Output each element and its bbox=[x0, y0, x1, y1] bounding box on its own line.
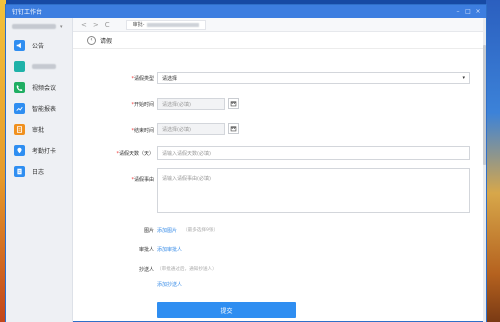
sidebar-item-reports[interactable]: 智能报表 bbox=[6, 98, 72, 119]
label-image: 图片 bbox=[143, 228, 154, 234]
start-time-field[interactable]: 请选择(必填) bbox=[157, 98, 225, 110]
announcement-icon bbox=[14, 40, 25, 51]
leave-days-input[interactable]: 请输入请假天数(必填) bbox=[157, 146, 470, 160]
attendance-icon bbox=[14, 145, 25, 156]
sidebar-item-label: 公告 bbox=[32, 43, 45, 50]
nav-forward-icon[interactable]: > bbox=[93, 21, 99, 29]
label-reason: *请假事由 bbox=[131, 177, 154, 183]
add-cc-link[interactable]: 添加抄送人 bbox=[157, 281, 182, 288]
sidebar-item-label-blurred bbox=[32, 64, 56, 69]
maximize-icon[interactable]: □ bbox=[465, 8, 471, 15]
refresh-icon[interactable]: C bbox=[105, 21, 110, 29]
cc-hint: （审批通过后，通知抄送人） bbox=[157, 267, 217, 272]
calendar-icon[interactable] bbox=[228, 123, 239, 134]
page-title: 请假 bbox=[100, 37, 113, 45]
window-title: 钉钉工作台 bbox=[12, 9, 43, 16]
tab-label-blurred bbox=[147, 22, 200, 27]
sidebar-org-name[interactable] bbox=[12, 24, 56, 29]
tab-label: 审批- bbox=[132, 22, 145, 28]
sidebar-item-attendance[interactable]: 考勤打卡 bbox=[6, 140, 72, 161]
minimize-icon[interactable]: – bbox=[455, 8, 461, 15]
reason-textarea[interactable]: 请输入请假事由(必填) bbox=[157, 168, 470, 213]
browser-nav: < > C 审批- bbox=[73, 18, 486, 32]
sidebar-item-announcement[interactable]: 公告 bbox=[6, 35, 72, 56]
dropdown-arrow-icon: ▾ bbox=[462, 75, 465, 81]
add-approver-link[interactable]: 添加审批人 bbox=[157, 246, 182, 253]
image-hint: （最多选择9张） bbox=[183, 228, 219, 233]
sidebar-item-label: 日志 bbox=[32, 169, 45, 176]
sidebar-item-label: 审批 bbox=[32, 127, 45, 134]
leave-type-select[interactable]: 请选择 ▾ bbox=[157, 72, 470, 84]
desktop-wallpaper-right bbox=[486, 0, 500, 322]
sidebar-item-label: 视频会议 bbox=[32, 85, 57, 92]
label-cc: 抄送人 bbox=[138, 267, 154, 273]
label-start-time: *开始时间 bbox=[131, 102, 154, 108]
add-image-link[interactable]: 添加图片 bbox=[157, 227, 177, 234]
submit-button[interactable]: 提交 bbox=[157, 302, 296, 318]
end-time-field[interactable]: 请选择(必填) bbox=[157, 123, 225, 135]
title-bar: 钉钉工作台 – □ × bbox=[6, 5, 486, 18]
app-window: 钉钉工作台 – □ × ▾ 公告 视频会议 智能报表 审批 考勤打卡 日志 < … bbox=[5, 4, 487, 322]
calendar-icon[interactable] bbox=[228, 98, 239, 109]
back-button[interactable]: ‹ bbox=[87, 35, 96, 45]
label-leave-days: *请假天数（天） bbox=[116, 151, 154, 157]
sidebar-header: ▾ bbox=[6, 18, 72, 35]
nav-back-icon[interactable]: < bbox=[81, 21, 87, 29]
sidebar-item-approval[interactable]: 审批 bbox=[6, 119, 72, 140]
tab-approval[interactable]: 审批- bbox=[125, 19, 207, 30]
close-icon[interactable]: × bbox=[475, 8, 481, 15]
scrollbar-thumb[interactable] bbox=[483, 45, 486, 165]
log-icon bbox=[14, 166, 25, 177]
label-leave-type: *请假类型 bbox=[131, 76, 154, 82]
sidebar: ▾ 公告 视频会议 智能报表 审批 考勤打卡 日志 bbox=[6, 18, 73, 322]
page-header: ‹ 请假 bbox=[73, 32, 486, 49]
video-meeting-icon bbox=[14, 82, 25, 93]
label-approver: 审批人 bbox=[138, 247, 154, 253]
sidebar-item-log[interactable]: 日志 bbox=[6, 161, 72, 182]
chevron-down-icon[interactable]: ▾ bbox=[60, 24, 63, 30]
sidebar-item-label: 考勤打卡 bbox=[32, 148, 57, 155]
window-controls: – □ × bbox=[455, 8, 486, 15]
sidebar-item-video-meeting[interactable]: 视频会议 bbox=[6, 77, 72, 98]
label-end-time: *结束时间 bbox=[131, 128, 154, 134]
sidebar-item-label: 智能报表 bbox=[32, 106, 57, 113]
blurred-app-icon bbox=[14, 61, 25, 72]
report-icon bbox=[14, 103, 25, 114]
approval-icon bbox=[14, 124, 25, 135]
sidebar-item-blurred-app[interactable] bbox=[6, 56, 72, 77]
